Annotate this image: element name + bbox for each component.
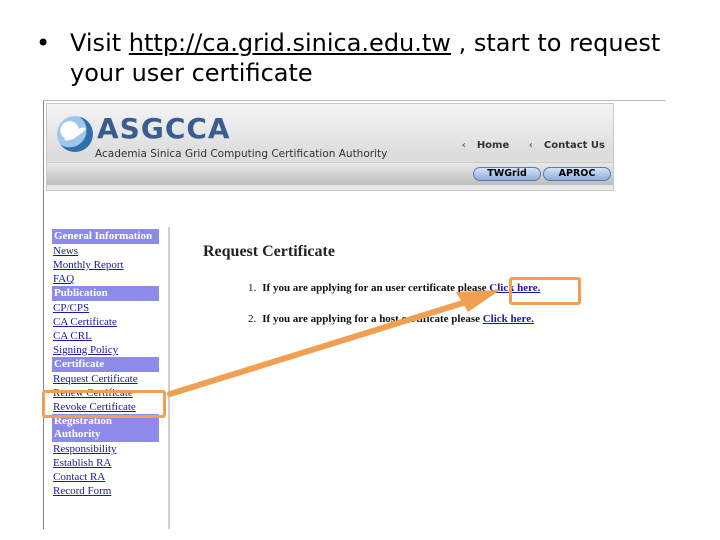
top-links: ‹ Home ‹ Contact Us: [446, 140, 605, 151]
highlight-box-request-certificate: [42, 390, 166, 418]
left-navigation: General Information News Monthly Report …: [52, 229, 159, 498]
nav-header-registration-authority: Registration Authority: [52, 414, 159, 442]
item-text: If you are applying for an user certific…: [262, 282, 490, 294]
chevron-left-icon: ‹: [528, 140, 533, 151]
aproc-button[interactable]: APROC: [543, 167, 611, 181]
ca-url-link[interactable]: http://ca.grid.sinica.edu.tw: [129, 29, 451, 57]
site-logo-text: ASGCCA: [97, 112, 231, 145]
nav-link-establish-ra[interactable]: Establish RA: [52, 456, 159, 470]
nav-link-monthly-report[interactable]: Monthly Report: [52, 258, 159, 272]
chevron-left-icon: ‹: [461, 140, 466, 151]
host-certificate-click-here-link[interactable]: Click here.: [483, 313, 534, 325]
nav-link-signing-policy[interactable]: Signing Policy: [52, 343, 159, 357]
page-title: Request Certificate: [203, 243, 335, 260]
nav-link-ca-crl[interactable]: CA CRL: [52, 329, 159, 343]
site-logo-subtitle: Academia Sinica Grid Computing Certifica…: [95, 148, 388, 160]
home-link[interactable]: ‹ Home: [454, 140, 510, 151]
nav-link-responsibility[interactable]: Responsibility: [52, 442, 159, 456]
item-number: 1.: [248, 282, 257, 294]
nav-link-contact-ra[interactable]: Contact RA: [52, 470, 159, 484]
nav-link-ca-certificate[interactable]: CA Certificate: [52, 315, 159, 329]
item-text: If you are applying for a host certifica…: [262, 313, 483, 325]
caption-prefix: Visit: [70, 29, 129, 57]
nav-link-record-form[interactable]: Record Form: [52, 484, 159, 498]
nav-header-publication: Publication: [52, 286, 159, 301]
nav-link-news[interactable]: News: [52, 244, 159, 258]
highlight-box-click-here: [509, 277, 581, 305]
slide-caption: • Visit http://ca.grid.sinica.edu.tw , s…: [36, 28, 706, 88]
site-banner: ASGCCA Academia Sinica Grid Computing Ce…: [46, 103, 614, 191]
nav-link-faq[interactable]: FAQ: [52, 272, 159, 286]
contact-us-link[interactable]: ‹ Contact Us: [521, 140, 605, 151]
nav-divider: [168, 227, 170, 529]
caption-text: Visit http://ca.grid.sinica.edu.tw , sta…: [70, 28, 706, 88]
item-number: 2.: [248, 313, 257, 325]
nav-link-request-certificate[interactable]: Request Certificate: [52, 372, 159, 386]
list-item: 2. If you are applying for a host certifi…: [248, 313, 534, 325]
twgrid-button[interactable]: TWGrid: [473, 167, 541, 181]
swirl-logo-icon: [57, 116, 93, 152]
nav-header-certificate: Certificate: [52, 357, 159, 372]
bullet-glyph: •: [36, 29, 51, 57]
list-item: 1. If you are applying for an user certif…: [248, 282, 540, 294]
nav-header-general-information: General Information: [52, 229, 159, 244]
nav-link-cp-cps[interactable]: CP/CPS: [52, 301, 159, 315]
